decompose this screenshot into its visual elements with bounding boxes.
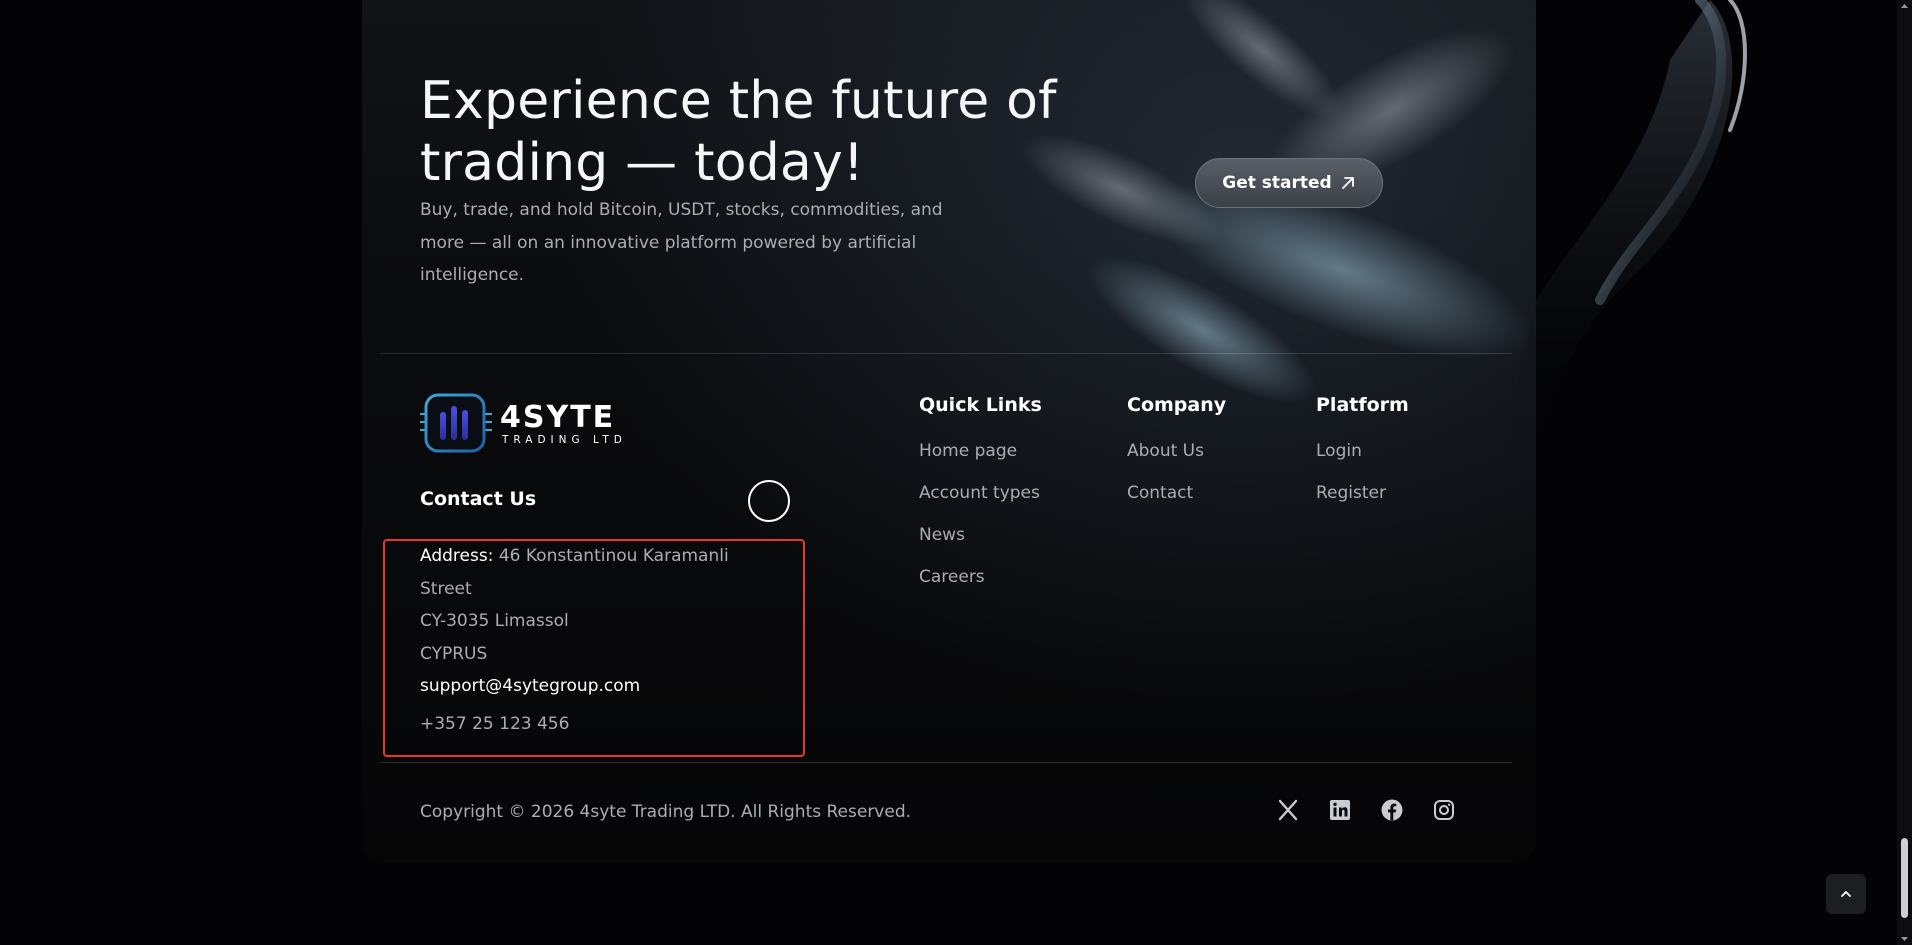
get-started-button[interactable]: Get started [1195, 158, 1383, 208]
x-icon [1278, 799, 1298, 821]
scroll-down-arrow-icon [1901, 937, 1908, 941]
link-login[interactable]: Login [1316, 440, 1409, 482]
facebook-link[interactable] [1378, 796, 1406, 824]
linkedin-link[interactable] [1326, 796, 1354, 824]
x-twitter-link[interactable] [1274, 796, 1302, 824]
arrow-up-right-icon [1341, 177, 1354, 189]
chevron-up-icon [1841, 891, 1851, 897]
page-scrollbar[interactable] [1897, 0, 1912, 945]
brand-logo[interactable]: 4SYTE TRADING LTD [420, 392, 640, 454]
platform-column: Platform Login Register [1316, 394, 1409, 524]
address-label: Address: [420, 546, 494, 566]
quick-links-title: Quick Links [919, 394, 1042, 416]
contact-title: Contact Us [420, 488, 537, 510]
scrollbar-thumb[interactable] [1901, 838, 1908, 918]
link-register[interactable]: Register [1316, 482, 1409, 524]
scroll-to-top-button[interactable] [1826, 874, 1866, 914]
logo-tagline: TRADING LTD [501, 434, 627, 446]
link-careers[interactable]: Careers [919, 566, 1042, 608]
link-account-types[interactable]: Account types [919, 482, 1042, 524]
link-home-page[interactable]: Home page [919, 440, 1042, 482]
link-contact[interactable]: Contact [1127, 482, 1226, 524]
get-started-label: Get started [1222, 173, 1332, 193]
linkedin-icon [1330, 800, 1350, 820]
instagram-icon [1434, 800, 1454, 820]
platform-title: Platform [1316, 394, 1409, 416]
hero-title: Experience the future of trading — today… [420, 71, 1057, 193]
address-line3: CYPRUS [420, 643, 488, 664]
contact-address: Address: 46 Konstantinou Karamanli Stree… [420, 540, 750, 670]
quick-links-column: Quick Links Home page Account types News… [919, 394, 1042, 608]
link-news[interactable]: News [919, 524, 1042, 566]
facebook-icon [1381, 799, 1403, 821]
copyright-text: Copyright © 2026 4syte Trading LTD. All … [420, 802, 912, 822]
contact-phone-link[interactable]: +357 25 123 456 [420, 714, 569, 734]
contact-email-link[interactable]: support@4sytegroup.com [420, 676, 640, 696]
company-title: Company [1127, 394, 1227, 416]
decorative-swirl [1500, 0, 1747, 460]
hero-subtitle: Buy, trade, and hold Bitcoin, USDT, stoc… [420, 200, 943, 285]
divider [380, 762, 1512, 763]
page: Experience the future of trading — today… [0, 0, 1912, 945]
social-links [1274, 796, 1458, 824]
logo-mark [420, 393, 492, 453]
scroll-up-arrow-icon [1901, 4, 1908, 8]
instagram-link[interactable] [1430, 796, 1458, 824]
company-column: Company About Us Contact [1127, 394, 1226, 524]
logo-wordmark: 4SYTE [500, 400, 615, 435]
cursor-indicator [748, 480, 790, 522]
address-line2: CY-3035 Limassol [420, 611, 569, 631]
link-about-us[interactable]: About Us [1127, 440, 1226, 482]
divider [380, 353, 1512, 354]
footer-card: Experience the future of trading — today… [362, 0, 1536, 863]
